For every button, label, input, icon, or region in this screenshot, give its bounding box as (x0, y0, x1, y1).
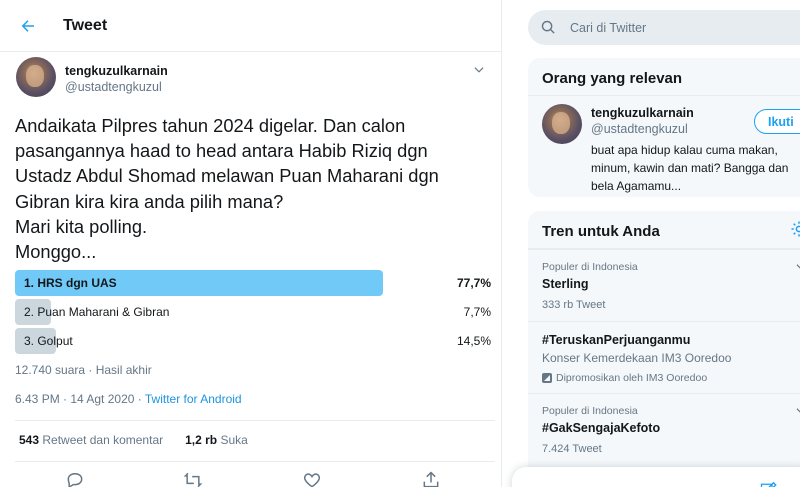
trends-title: Tren untuk Anda (528, 211, 800, 249)
poll-option: 3. Golput 14,5% (15, 328, 491, 354)
tweet-text-line: Monggo... (15, 241, 97, 263)
author-handle[interactable]: @ustadtengkuzul (65, 80, 162, 94)
trend-count: 333 rb Tweet (542, 299, 606, 311)
poll-meta: 12.740 suara · Hasil akhir (15, 363, 152, 377)
reply-icon[interactable] (65, 470, 85, 487)
trend-context: Populer di Indonesia (542, 405, 638, 417)
search-icon (541, 20, 555, 34)
relevant-user-name[interactable]: tengkuzulkarnain (591, 106, 694, 120)
tweet-column: Tweet tengkuzulkarnain @ustadtengkuzul A… (0, 0, 502, 487)
share-icon[interactable] (421, 470, 441, 487)
chevron-down-icon[interactable] (794, 404, 800, 418)
page-header: Tweet (0, 0, 501, 52)
page-title: Tweet (63, 16, 108, 34)
relevant-people-title: Orang yang relevan (528, 58, 800, 96)
poll-option-label: 1. HRS dgn UAS (24, 276, 117, 290)
bio-line: buat apa hidup kalau cuma makan, (591, 143, 778, 157)
gear-icon[interactable] (790, 220, 800, 238)
tweet-timestamp-row: 6.43 PM · 14 Agt 2020 · Twitter for Andr… (15, 392, 242, 406)
tweet-timestamp[interactable]: 6.43 PM · 14 Agt 2020 (15, 392, 134, 406)
tweet-text-line: Mari kita polling. (15, 215, 148, 237)
search-box[interactable] (528, 10, 800, 45)
retweets-label: Retweet dan komentar (42, 433, 164, 447)
poll-option-percent: 77,7% (456, 276, 491, 290)
divider (15, 420, 495, 421)
trend-name: #GakSengajaKefoto (542, 421, 661, 435)
relevant-user-bio: buat apa hidup kalau cuma makan, minum, … (591, 141, 800, 195)
back-button[interactable] (13, 11, 43, 41)
search-input[interactable] (570, 10, 790, 45)
chevron-down-icon[interactable] (794, 260, 800, 274)
likes-stat[interactable]: 1,2 rb Suka (185, 433, 248, 447)
tweet-source-link[interactable]: Twitter for Android (145, 392, 242, 406)
timestamp-separator: · (134, 392, 145, 406)
new-message-icon[interactable] (760, 481, 778, 487)
retweet-icon[interactable] (183, 470, 203, 487)
avatar[interactable] (542, 104, 582, 144)
trend-name: #TeruskanPerjuanganmu (542, 333, 691, 347)
back-arrow-icon (21, 19, 34, 32)
like-icon[interactable] (302, 470, 322, 487)
tweet-text-line: Ustadz Abdul Shomad melawan Puan Maharan… (15, 165, 439, 187)
messages-drawer[interactable] (512, 467, 800, 487)
promoted-text: Dipromosikan oleh IM3 Ooredoo (556, 372, 708, 384)
poll-option-label: 3. Golput (24, 334, 73, 348)
trend-item[interactable]: #TeruskanPerjuanganmu Konser Kemerdekaan… (528, 321, 800, 393)
bio-line: bela Agamamu... (591, 179, 682, 193)
promoted-icon (542, 373, 552, 383)
author-name[interactable]: tengkuzulkarnain (65, 64, 168, 78)
tweet-text-line: Andaikata Pilpres tahun 2024 digelar. Da… (15, 115, 406, 136)
trend-count: 7.424 Tweet (542, 443, 602, 455)
tweet-author: tengkuzulkarnain @ustadtengkuzul (16, 57, 496, 101)
poll-option-label: 2. Puan Maharani & Gibran (24, 305, 170, 319)
trend-item[interactable]: Populer di Indonesia Sterling 333 rb Twe… (528, 249, 800, 321)
relevant-people-card: Orang yang relevan tengkuzulkarnain @ust… (528, 58, 800, 197)
poll-option: 2. Puan Maharani & Gibran 7,7% (15, 299, 491, 325)
likes-label: Suka (220, 433, 248, 447)
promoted-label: Dipromosikan oleh IM3 Ooredoo (542, 372, 707, 384)
tweet-text-line: Gibran kira kira anda pilih mana? (15, 190, 284, 212)
trends-card: Tren untuk Anda Populer di Indonesia Ste… (528, 211, 800, 487)
tweet-stats: 543 Retweet dan komentar 1,2 rb Suka (19, 433, 248, 447)
avatar[interactable] (16, 57, 56, 97)
retweets-count: 543 (19, 433, 40, 447)
poll-option-percent: 7,7% (463, 305, 491, 319)
tweet-actions (15, 470, 495, 487)
divider (15, 461, 495, 462)
poll-option: 1. HRS dgn UAS 77,7% (15, 270, 491, 296)
poll: 1. HRS dgn UAS 77,7% 2. Puan Maharani & … (15, 270, 491, 357)
chevron-down-icon[interactable] (472, 63, 486, 77)
trend-item[interactable]: Populer di Indonesia #GakSengajaKefoto 7… (528, 393, 800, 465)
trend-description: Konser Kemerdekaan IM3 Ooredoo (542, 351, 732, 365)
trend-context: Populer di Indonesia (542, 261, 638, 273)
tweet-text: Andaikata Pilpres tahun 2024 digelar. Da… (15, 113, 495, 264)
tweet-text-line: pasangannya haad to head antara Habib Ri… (15, 140, 428, 162)
retweets-stat[interactable]: 543 Retweet dan komentar (19, 433, 163, 447)
likes-count: 1,2 rb (185, 433, 218, 447)
follow-button[interactable]: Ikuti (754, 109, 800, 134)
bio-line: minum, kawin dan mati? Bangga dan (591, 161, 789, 175)
poll-option-percent: 14,5% (456, 334, 491, 348)
relevant-user-handle[interactable]: @ustadtengkuzul (591, 122, 688, 136)
trend-name: Sterling (542, 277, 589, 291)
